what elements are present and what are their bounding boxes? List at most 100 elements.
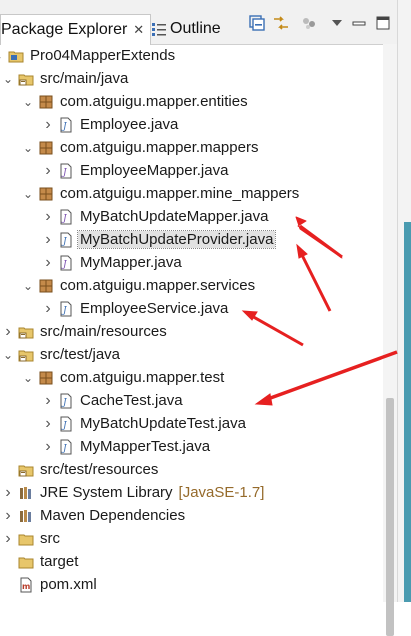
- tree-item-label: MyBatchUpdateTest.java: [80, 415, 246, 432]
- package-icon: [38, 278, 54, 294]
- expanded-chevron-icon[interactable]: ⌄: [22, 95, 34, 109]
- tree-item[interactable]: › J EmployeeMapper.java: [42, 159, 230, 182]
- collapsed-chevron-icon[interactable]: ›: [42, 254, 54, 272]
- java-class-icon: J: [58, 393, 74, 409]
- expanded-chevron-icon[interactable]: ⌄: [2, 72, 14, 86]
- filter-icon[interactable]: [300, 14, 318, 32]
- java-class-icon: J: [58, 416, 74, 432]
- tree-item-label: com.atguigu.mapper.entities: [60, 93, 248, 110]
- library-icon: [18, 485, 34, 501]
- close-icon[interactable]: ✕: [133, 22, 144, 38]
- tab-package-explorer[interactable]: Package Explorer ✕: [0, 14, 152, 45]
- tree-item[interactable]: src/test/resources: [2, 458, 160, 481]
- package-icon: [38, 370, 54, 386]
- source-folder-icon: [18, 347, 34, 363]
- collapsed-chevron-icon[interactable]: ›: [42, 231, 54, 249]
- project-icon: [8, 48, 24, 64]
- editor-edge: [397, 0, 411, 602]
- tree-item[interactable]: ⌄ src/main/java: [2, 67, 130, 90]
- editor-edge-highlight: [404, 222, 411, 602]
- tree-item[interactable]: › src: [2, 527, 62, 550]
- tree-item-label: src/main/resources: [40, 323, 167, 340]
- java-interface-icon: J: [58, 209, 74, 225]
- source-folder-icon: [18, 71, 34, 87]
- svg-text:m: m: [22, 582, 30, 591]
- tree-item[interactable]: › J MyBatchUpdateProvider.java: [42, 228, 277, 251]
- tree-item[interactable]: target: [2, 550, 80, 573]
- tree-item[interactable]: › J MyMapperTest.java: [42, 435, 212, 458]
- library-icon: [18, 508, 34, 524]
- tree-item[interactable]: › Maven Dependencies: [2, 504, 187, 527]
- tree-item-label: CacheTest.java: [80, 392, 183, 409]
- java-class-icon: J: [58, 301, 74, 317]
- collapsed-chevron-icon[interactable]: ›: [2, 507, 14, 525]
- tree-item[interactable]: › src/main/resources: [2, 320, 169, 343]
- maven-pom-icon: m: [18, 577, 34, 593]
- tree-item[interactable]: › J MyMapper.java: [42, 251, 184, 274]
- tree-item-label: com.atguigu.mapper.test: [60, 369, 225, 386]
- tree-item-label: com.atguigu.mapper.mappers: [60, 139, 259, 156]
- tab-outline[interactable]: Outline: [152, 16, 221, 42]
- tree-item-label: target: [40, 553, 79, 570]
- tree-item[interactable]: ⌄ com.atguigu.mapper.mappers: [22, 136, 260, 159]
- tree-item[interactable]: › J MyBatchUpdateMapper.java: [42, 205, 270, 228]
- collapsed-chevron-icon[interactable]: ›: [42, 208, 54, 226]
- java-class-icon: J: [58, 117, 74, 133]
- tree-item-label: MyMapper.java: [80, 254, 182, 271]
- tree-item[interactable]: › J CacheTest.java: [42, 389, 185, 412]
- tree-item-label: src/main/java: [40, 70, 129, 87]
- tree-item[interactable]: ⌄ com.atguigu.mapper.entities: [22, 90, 250, 113]
- tab-package-explorer-label: Package Explorer: [1, 21, 128, 38]
- expanded-chevron-icon[interactable]: ⌄: [22, 371, 34, 385]
- expanded-chevron-icon[interactable]: ⌄: [22, 141, 34, 155]
- tree-item[interactable]: ⌄ src/test/java: [2, 343, 122, 366]
- collapsed-chevron-icon[interactable]: ›: [42, 116, 54, 134]
- tree-item-label: src/test/java: [40, 346, 121, 363]
- collapsed-chevron-icon[interactable]: ›: [42, 392, 54, 410]
- expanded-chevron-icon[interactable]: ⌄: [22, 187, 34, 201]
- tree-item[interactable]: ⌄ com.atguigu.mapper.services: [22, 274, 257, 297]
- package-icon: [38, 140, 54, 156]
- view-tab-bar: Package Explorer ✕ Outline: [0, 0, 397, 45]
- collapsed-chevron-icon[interactable]: ›: [42, 438, 54, 456]
- tree-item-label: src: [40, 530, 60, 547]
- view-menu-icon[interactable]: [328, 14, 346, 32]
- tree-item-label: EmployeeMapper.java: [80, 162, 229, 179]
- tree-item-decoration: [JavaSE-1.7]: [178, 484, 265, 501]
- collapsed-chevron-icon[interactable]: ›: [42, 162, 54, 180]
- collapse-all-icon[interactable]: [248, 14, 266, 32]
- collapsed-chevron-icon[interactable]: ›: [2, 484, 14, 502]
- source-folder-icon: [18, 324, 34, 340]
- scrollbar-thumb[interactable]: [386, 398, 394, 636]
- collapsed-chevron-icon[interactable]: ›: [2, 530, 14, 548]
- tree-item-label: pom.xml: [40, 576, 97, 593]
- folder-icon: [18, 554, 34, 570]
- tree-item-label: com.atguigu.mapper.services: [60, 277, 256, 294]
- folder-icon: [18, 531, 34, 547]
- tree-item-label: Employee.java: [80, 116, 179, 133]
- maximize-icon[interactable]: [374, 14, 392, 32]
- package-icon: [38, 94, 54, 110]
- tree-item-label: MyBatchUpdateMapper.java: [80, 208, 269, 225]
- minimize-icon[interactable]: [350, 14, 368, 32]
- java-class-icon: J: [58, 232, 74, 248]
- tree-item[interactable]: › J MyBatchUpdateTest.java: [42, 412, 248, 435]
- expanded-chevron-icon[interactable]: ⌄: [2, 348, 14, 362]
- tree-item[interactable]: › J Employee.java: [42, 113, 180, 136]
- tree-item[interactable]: ⌄ com.atguigu.mapper.mine_mappers: [22, 182, 301, 205]
- tree-item[interactable]: m pom.xml: [2, 573, 99, 596]
- java-interface-icon: J: [58, 255, 74, 271]
- collapsed-chevron-icon[interactable]: ›: [42, 300, 54, 318]
- vertical-scrollbar[interactable]: [383, 44, 397, 636]
- tree-item-label: MyMapperTest.java: [80, 438, 211, 455]
- tree-item[interactable]: › J EmployeeService.java: [42, 297, 230, 320]
- expanded-chevron-icon[interactable]: ⌄: [0, 49, 4, 63]
- expanded-chevron-icon[interactable]: ⌄: [22, 279, 34, 293]
- link-with-editor-icon[interactable]: [272, 14, 290, 32]
- tree-item-label: com.atguigu.mapper.mine_mappers: [60, 185, 300, 202]
- tree-item[interactable]: ⌄ com.atguigu.mapper.test: [22, 366, 226, 389]
- collapsed-chevron-icon[interactable]: ›: [2, 323, 14, 341]
- tree-item[interactable]: › JRE System Library [JavaSE-1.7]: [2, 481, 264, 504]
- collapsed-chevron-icon[interactable]: ›: [42, 415, 54, 433]
- tree-item[interactable]: ⌄ Pro04MapperExtends: [0, 44, 177, 67]
